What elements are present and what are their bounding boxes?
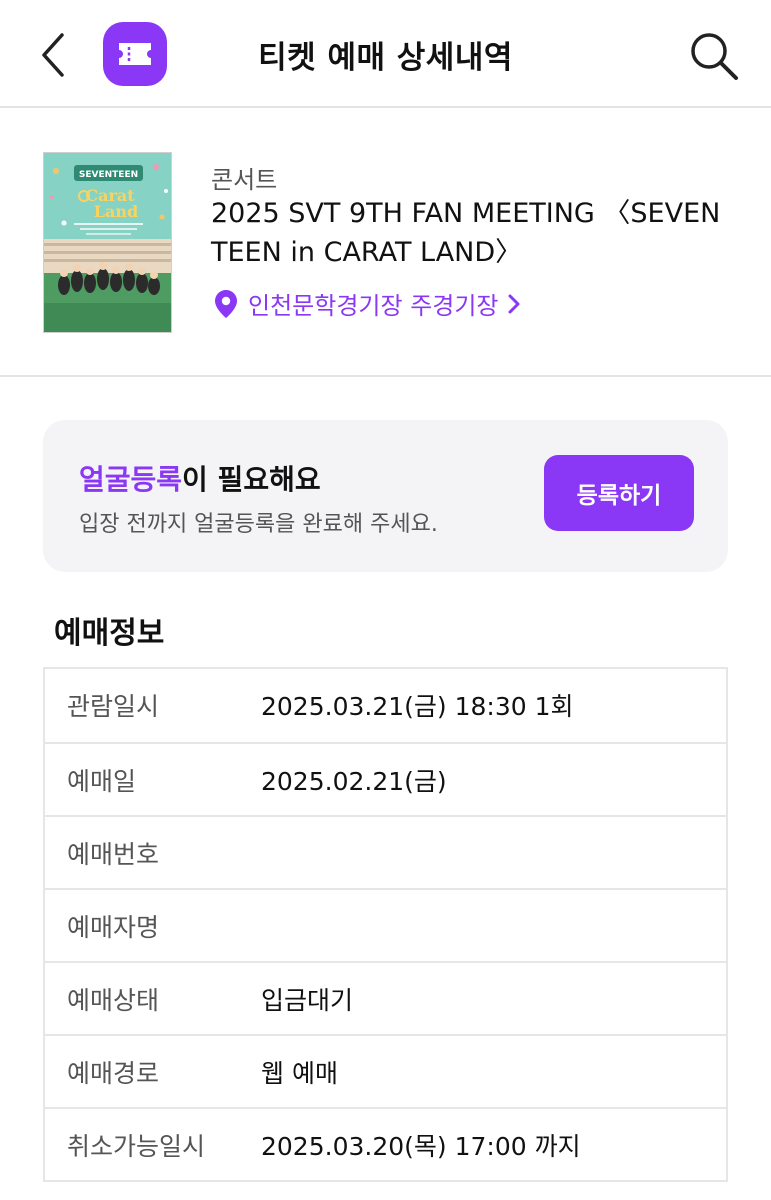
search-icon (691, 33, 738, 80)
info-value: 웹 예매 (261, 1059, 338, 1088)
face-registration-subtitle: 입장 전까지 얼굴등록을 완료해 주세요. (79, 512, 438, 537)
info-label: 예매경로 (67, 1059, 160, 1088)
ticket-detail-page: 티켓 예매 상세내역 SEVENTEEN Carat Land 콘서트 2025… (0, 0, 771, 1200)
info-row-booking-date: 예매일 2025.02.21(금) (45, 742, 726, 815)
event-poster[interactable]: SEVENTEEN Carat Land (43, 152, 172, 333)
svg-text:Land: Land (94, 202, 138, 221)
face-registration-highlight: 얼굴등록 (79, 463, 183, 496)
event-summary: SEVENTEEN Carat Land 콘서트 2025 SVT 9TH FA… (0, 110, 771, 377)
chevron-right-icon (508, 294, 520, 313)
venue-link[interactable]: 인천문학경기장 주경기장 (214, 286, 521, 321)
face-registration-card: 얼굴등록이 필요해요 입장 전까지 얼굴등록을 완료해 주세요. 등록하기 (43, 420, 728, 572)
info-label: 예매일 (67, 767, 137, 796)
page-title: 티켓 예매 상세내역 (258, 40, 513, 76)
poster-image: SEVENTEEN Carat Land (44, 153, 171, 332)
reservation-section-title: 예매정보 (54, 616, 165, 651)
face-registration-title: 얼굴등록이 필요해요 (79, 458, 321, 498)
info-row-booking-status: 예매상태 입금대기 (45, 961, 726, 1034)
search-button[interactable] (686, 28, 742, 84)
info-label: 예매자명 (67, 913, 160, 942)
info-row-booking-number: 예매번호 (45, 815, 726, 888)
event-category: 콘서트 (211, 166, 278, 194)
info-value: 2025.02.21(금) (261, 767, 447, 796)
register-button[interactable]: 등록하기 (544, 455, 694, 531)
info-value: 입금대기 (261, 986, 354, 1015)
reservation-info-table: 관람일시 2025.03.21(금) 18:30 1회 예매일 2025.02.… (43, 667, 728, 1182)
info-value: 2025.03.20(목) 17:00 까지 (261, 1132, 581, 1161)
info-label: 예매상태 (67, 986, 160, 1015)
face-registration-title-rest: 이 필요해요 (182, 463, 321, 496)
info-row-viewing-datetime: 관람일시 2025.03.21(금) 18:30 1회 (45, 669, 726, 742)
info-label: 취소가능일시 (67, 1132, 206, 1161)
svg-text:SEVENTEEN: SEVENTEEN (79, 170, 138, 180)
info-row-cancel-deadline: 취소가능일시 2025.03.20(목) 17:00 까지 (45, 1107, 726, 1180)
info-label: 관람일시 (67, 692, 160, 721)
info-label: 예매번호 (67, 840, 160, 869)
location-pin-icon (215, 289, 237, 318)
info-row-booker-name: 예매자명 (45, 888, 726, 961)
info-row-booking-channel: 예매경로 웹 예매 (45, 1034, 726, 1107)
venue-name: 인천문학경기장 주경기장 (248, 292, 499, 320)
top-app-bar: 티켓 예매 상세내역 (0, 0, 771, 108)
event-title: 2025 SVT 9TH FAN MEETING 〈SEVENTEEN in C… (211, 198, 721, 268)
info-value: 2025.03.21(금) 18:30 1회 (261, 692, 574, 721)
